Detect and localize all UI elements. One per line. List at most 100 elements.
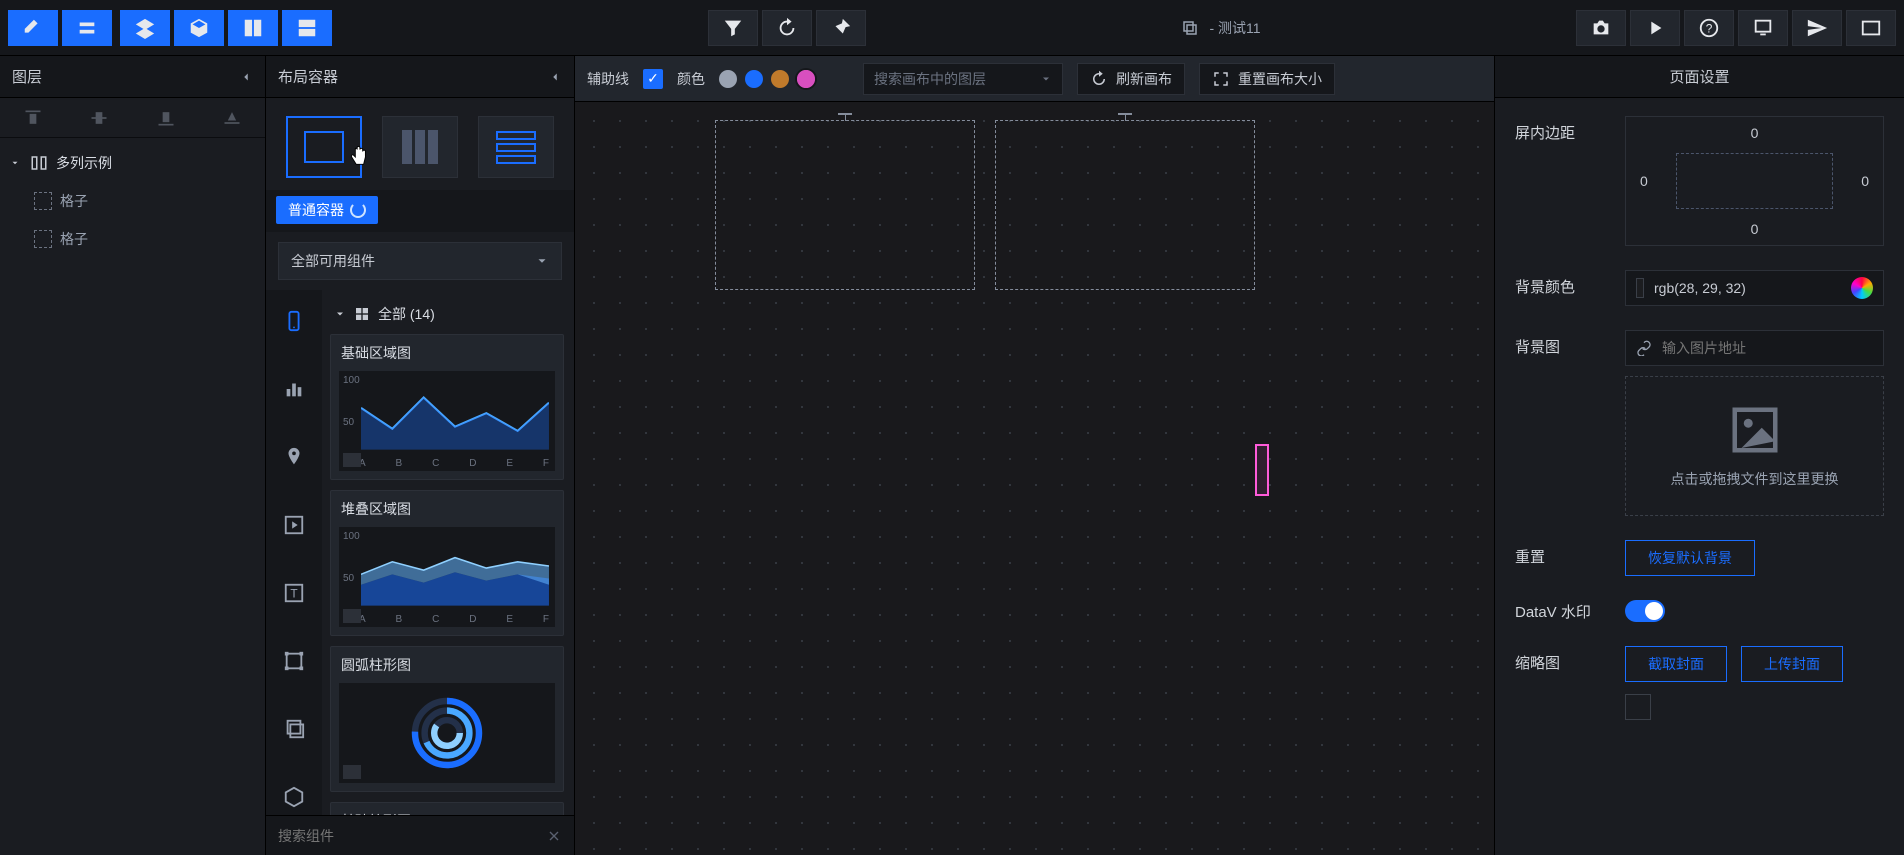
edit-mode-button[interactable]	[8, 10, 58, 46]
component-search[interactable]	[266, 815, 574, 855]
refresh-icon	[1090, 70, 1108, 88]
bgcolor-input[interactable]	[1654, 280, 1841, 296]
play-button[interactable]	[1630, 10, 1680, 46]
columns-icon	[30, 154, 48, 172]
filter-button[interactable]	[708, 10, 758, 46]
collapse-lib-icon[interactable]	[548, 70, 562, 84]
pin-button[interactable]	[816, 10, 866, 46]
device-button[interactable]	[1738, 10, 1788, 46]
close-icon[interactable]	[546, 828, 562, 844]
mobile-tag-icon	[343, 765, 361, 779]
category-mobile-icon[interactable]	[275, 302, 313, 340]
category-map-icon[interactable]	[275, 438, 313, 476]
layer-root-label: 多列示例	[56, 153, 112, 173]
component-card-stacked-area[interactable]: 堆叠区域图 100 50 ABCDEF	[330, 490, 564, 636]
bgcolor-label: 背景颜色	[1515, 270, 1605, 297]
bgcolor-input-row[interactable]	[1625, 270, 1884, 306]
align-top-icon[interactable]	[16, 104, 50, 132]
align-bottom-icon[interactable]	[149, 104, 183, 132]
category-play-icon[interactable]	[275, 506, 313, 544]
settings-title: 页面设置	[1669, 66, 1729, 87]
category-bar-icon[interactable]	[275, 370, 313, 408]
fullscreen-button[interactable]	[1846, 10, 1896, 46]
layer-panel-title: 图层	[12, 66, 42, 87]
padding-editor[interactable]: 0 0 0 0	[1625, 116, 1884, 246]
bgimg-url-input[interactable]	[1662, 340, 1873, 356]
cell-icon	[34, 192, 52, 210]
refresh-icon	[350, 202, 366, 218]
category-stack-icon[interactable]	[275, 710, 313, 748]
color-dot-pink[interactable]	[797, 70, 815, 88]
help-button[interactable]: ?	[1684, 10, 1734, 46]
refresh-button[interactable]	[762, 10, 812, 46]
layer-child-item[interactable]: 格子	[0, 220, 265, 258]
link-icon	[1636, 340, 1652, 356]
category-frame-icon[interactable]	[275, 642, 313, 680]
chevron-down-icon	[1040, 73, 1052, 85]
capture-cover-button[interactable]: 截取封面	[1625, 646, 1727, 682]
layer-root-item[interactable]: 多列示例	[0, 144, 265, 182]
padding-label: 屏内边距	[1515, 116, 1605, 143]
guide-label: 辅助线	[587, 69, 629, 89]
canvas-stage[interactable]	[575, 102, 1494, 855]
color-dot-grey[interactable]	[719, 70, 737, 88]
thumbnail-preview	[1625, 694, 1651, 720]
layout-slot[interactable]	[995, 120, 1255, 290]
layer-child-label: 格子	[60, 191, 88, 211]
expand-icon	[1212, 70, 1230, 88]
container-rows-card[interactable]	[478, 116, 554, 178]
container-columns-card[interactable]	[382, 116, 458, 178]
split-vertical-button[interactable]	[228, 10, 278, 46]
layer-mode-button[interactable]	[62, 10, 112, 46]
canvas-panel: 辅助线 ✓ 颜色 搜索画布中的图层 刷新画布 重置画布大小	[575, 56, 1494, 855]
category-3d-icon[interactable]	[275, 778, 313, 816]
selection-marker[interactable]	[1255, 444, 1269, 496]
bgimg-dropzone[interactable]: 点击或拖拽文件到这里更换	[1625, 376, 1884, 516]
bgimg-url-row[interactable]	[1625, 330, 1884, 366]
collapse-left-icon[interactable]	[239, 70, 253, 84]
container-single-card[interactable]	[286, 116, 362, 178]
reset-canvas-button[interactable]: 重置画布大小	[1199, 63, 1335, 95]
color-dot-blue[interactable]	[745, 70, 763, 88]
color-picker-icon[interactable]	[1851, 277, 1873, 299]
watermark-toggle[interactable]	[1625, 600, 1665, 622]
mobile-tag-icon	[343, 609, 361, 623]
chevron-down-icon	[535, 254, 549, 268]
component-search-input[interactable]	[278, 828, 546, 844]
component-card-arc-bar[interactable]: 圆弧柱形图	[330, 646, 564, 792]
component-card-basic-area[interactable]: 基础区域图 100 50 ABCDEF	[330, 334, 564, 480]
cube-button[interactable]	[174, 10, 224, 46]
camera-button[interactable]	[1576, 10, 1626, 46]
refresh-canvas-button[interactable]: 刷新画布	[1077, 63, 1185, 95]
thumbnail-label: 缩略图	[1515, 646, 1605, 673]
watermark-label: DataV 水印	[1515, 601, 1605, 622]
project-title-area: - 测试11	[874, 18, 1568, 38]
component-group-header[interactable]: 全部 (14)	[330, 300, 564, 334]
layer-child-label: 格子	[60, 229, 88, 249]
align-baseline-icon[interactable]	[215, 104, 249, 132]
guide-checkbox[interactable]: ✓	[643, 69, 663, 89]
cell-icon	[34, 230, 52, 248]
layout-slot[interactable]	[715, 120, 975, 290]
bgimg-label: 背景图	[1515, 330, 1605, 357]
layout-panel-title: 布局容器	[278, 66, 338, 87]
copy-icon	[1181, 19, 1199, 37]
split-horizontal-button[interactable]	[282, 10, 332, 46]
layers-button[interactable]	[120, 10, 170, 46]
reset-bg-button[interactable]: 恢复默认背景	[1625, 540, 1755, 576]
image-icon	[1728, 403, 1782, 457]
canvas-layer-search[interactable]: 搜索画布中的图层	[863, 63, 1063, 95]
category-text-icon[interactable]: T	[275, 574, 313, 612]
layer-child-item[interactable]: 格子	[0, 182, 265, 220]
color-dot-orange[interactable]	[771, 70, 789, 88]
container-type-label: 普通容器	[276, 196, 378, 224]
publish-button[interactable]	[1792, 10, 1842, 46]
svg-text:?: ?	[1706, 21, 1713, 35]
color-swatch	[1636, 278, 1644, 298]
align-middle-icon[interactable]	[82, 104, 116, 132]
upload-cover-button[interactable]: 上传封面	[1741, 646, 1843, 682]
component-filter-dropdown[interactable]: 全部可用组件	[278, 242, 562, 280]
mobile-tag-icon	[343, 453, 361, 467]
grid-icon	[354, 306, 370, 322]
reset-label: 重置	[1515, 540, 1605, 567]
